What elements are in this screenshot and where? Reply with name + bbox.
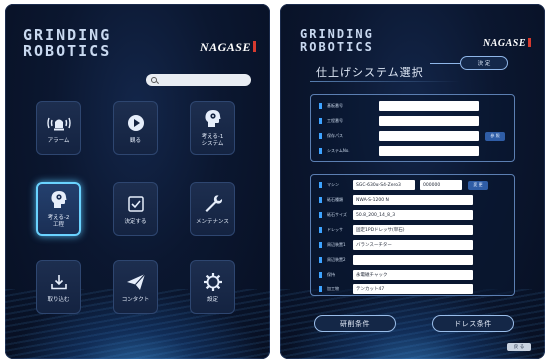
machine-serial-field[interactable]: 000000 xyxy=(420,180,462,190)
row-marker xyxy=(319,242,322,248)
form-row: 周辺装置1 バランスーチター xyxy=(319,239,473,251)
dress-condition-button[interactable]: ドレス条件 xyxy=(432,315,514,332)
brain-head-icon xyxy=(204,108,222,130)
row-marker xyxy=(319,227,322,233)
field-label: 保持 xyxy=(327,272,335,277)
save-path-field[interactable] xyxy=(379,131,479,141)
job-info-panel: 基板番号 工程番号 保存パス 参 照 システムNo. xyxy=(310,94,515,162)
download-icon xyxy=(50,271,68,293)
row-marker xyxy=(319,257,322,263)
system-number-field[interactable] xyxy=(379,146,479,156)
peripheral-1-field[interactable]: バランスーチター xyxy=(353,240,473,250)
form-row: 加工物 テンカット47 xyxy=(319,283,473,295)
form-row: 工程番号 xyxy=(319,115,479,127)
alarm-light-icon xyxy=(46,112,72,134)
field-label: システムNo. xyxy=(327,148,350,153)
search-icon xyxy=(151,77,157,83)
row-marker xyxy=(319,286,322,292)
grinding-robotics-logo: GRINDING ROBOTICS xyxy=(300,27,374,54)
tile-contact[interactable]: コンタクト xyxy=(113,260,158,314)
change-machine-button[interactable]: 変 更 xyxy=(468,180,488,190)
tile-label: 考える-2 工程 xyxy=(47,215,70,228)
row-marker xyxy=(319,182,322,188)
browse-button[interactable]: 参 照 xyxy=(485,131,505,141)
brain-head-icon xyxy=(50,189,68,211)
title-underline xyxy=(310,81,460,82)
tile-watch[interactable]: 観る xyxy=(113,101,158,155)
form-row: システムNo. xyxy=(319,145,479,157)
field-label: 基板番号 xyxy=(327,103,343,108)
field-label: マシン xyxy=(327,182,339,187)
field-label: 工程番号 xyxy=(327,118,343,123)
process-number-field[interactable] xyxy=(379,116,479,126)
wheel-size-field[interactable]: 50.8_200_14_8_3 xyxy=(353,210,473,220)
row-marker xyxy=(319,212,322,218)
wrench-icon xyxy=(203,193,223,215)
field-label: 加工物 xyxy=(327,286,339,291)
field-label: 砥石サイズ xyxy=(327,212,347,217)
tile-settings[interactable]: 設定 xyxy=(190,260,235,314)
wheel-type-field[interactable]: NWA-S-1200 N xyxy=(353,195,473,205)
grinding-robotics-logo: GRINDING ROBOTICS xyxy=(23,26,112,60)
tile-alarm[interactable]: アラーム xyxy=(36,101,81,155)
decide-button[interactable]: 決 定 xyxy=(460,56,508,70)
checkbox-icon xyxy=(127,193,145,215)
field-label: 周辺装置1 xyxy=(327,242,346,247)
nagase-brand-logo: NAGASE xyxy=(483,38,531,49)
form-row: マシン SGC-630α-S4-Zero3 000000 変 更 xyxy=(319,179,488,191)
row-marker xyxy=(319,103,322,109)
field-label: ドレッサ xyxy=(327,227,343,232)
tile-label: 決定する xyxy=(124,218,147,225)
paper-plane-icon xyxy=(126,271,146,293)
back-button[interactable]: 戻 る xyxy=(507,343,531,351)
board-number-field[interactable] xyxy=(379,101,479,111)
row-marker xyxy=(319,118,322,124)
tile-label: コンタクト xyxy=(121,296,150,303)
dresser-field[interactable]: 固定1PDドレッサ(単石) xyxy=(353,225,473,235)
peripheral-2-field[interactable] xyxy=(353,255,473,265)
row-marker xyxy=(319,133,322,139)
form-row: 砥石種類 NWA-S-1200 N xyxy=(319,194,473,206)
search-input[interactable] xyxy=(146,74,251,86)
form-row: 周辺装置2 xyxy=(319,254,473,266)
workpiece-field[interactable]: テンカット47 xyxy=(353,284,473,294)
finish-system-select-screen: GRINDING ROBOTICS NAGASE 仕上げシステム選択 決 定 基… xyxy=(280,4,545,359)
field-label: 砥石種類 xyxy=(327,197,343,202)
holding-field[interactable]: 永電磁チャック xyxy=(353,270,473,280)
form-row: 基板番号 xyxy=(319,100,479,112)
tile-label: 観る xyxy=(129,137,141,144)
grinding-condition-button[interactable]: 研削条件 xyxy=(314,315,396,332)
tile-decide[interactable]: 決定する xyxy=(113,182,158,236)
play-icon xyxy=(127,112,145,134)
tile-label: メンテナンス xyxy=(196,218,229,225)
form-row: 保持 永電磁チャック xyxy=(319,269,473,281)
row-marker xyxy=(319,148,322,154)
form-row: ドレッサ 固定1PDドレッサ(単石) xyxy=(319,224,473,236)
field-label: 周辺装置2 xyxy=(327,257,346,262)
decide-connector xyxy=(430,63,460,64)
nagase-brand-logo: NAGASE xyxy=(200,40,256,55)
gear-icon xyxy=(203,271,223,293)
machine-model-field[interactable]: SGC-630α-S4-Zero3 xyxy=(353,180,415,190)
form-row: 砥石サイズ 50.8_200_14_8_3 xyxy=(319,209,473,221)
tile-think-system[interactable]: 考える-1 システム xyxy=(190,101,235,155)
tile-import[interactable]: 取り込む xyxy=(36,260,81,314)
page-title: 仕上げシステム選択 xyxy=(316,66,424,79)
tile-label: 取り込む xyxy=(47,296,70,303)
tile-label: 設定 xyxy=(206,296,218,303)
main-menu-screen: GRINDING ROBOTICS NAGASE アラーム 観る 考える-1 シ… xyxy=(5,4,270,359)
form-row: 保存パス 参 照 xyxy=(319,130,505,142)
tile-label: アラーム xyxy=(47,137,70,144)
tile-label: 考える-1 システム xyxy=(201,134,224,147)
row-marker xyxy=(319,197,322,203)
row-marker xyxy=(319,272,322,278)
tile-maintenance[interactable]: メンテナンス xyxy=(190,182,235,236)
machine-config-panel: マシン SGC-630α-S4-Zero3 000000 変 更 砥石種類 NW… xyxy=(310,174,515,296)
field-label: 保存パス xyxy=(327,133,343,138)
tile-think-process[interactable]: 考える-2 工程 xyxy=(36,182,81,236)
